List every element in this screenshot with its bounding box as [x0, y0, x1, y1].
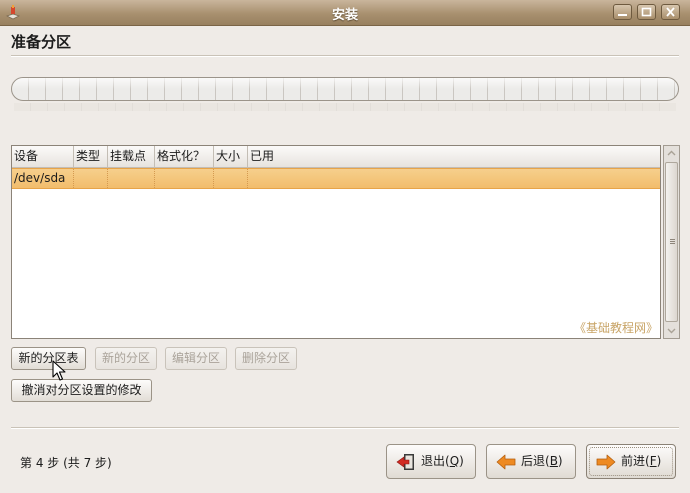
back-button[interactable]: 后退(B): [486, 444, 576, 479]
partition-bar-reflection: [14, 103, 676, 111]
close-icon: [666, 7, 675, 17]
watermark-text: 《基础教程网》: [573, 321, 658, 335]
forward-button[interactable]: 前进(F): [586, 444, 676, 479]
scroll-up-icon[interactable]: [667, 149, 676, 158]
undo-changes-button[interactable]: 撤消对分区设置的修改: [11, 379, 152, 402]
header-divider: [11, 55, 679, 57]
quit-button[interactable]: 退出(Q): [386, 444, 476, 479]
minimize-button[interactable]: [613, 4, 632, 20]
page-title: 准备分区: [11, 33, 72, 51]
exit-door-icon: [396, 454, 414, 470]
cell-used: [248, 169, 308, 188]
quit-label: 退出(Q): [421, 454, 464, 468]
arrow-right-icon: [596, 454, 616, 470]
arrow-left-icon: [496, 454, 516, 470]
cell-type: [74, 169, 108, 188]
edit-partition-button[interactable]: 编辑分区: [165, 347, 227, 370]
back-label: 后退(B): [521, 454, 563, 468]
cell-format: [155, 169, 214, 188]
window-title: 安装: [331, 8, 358, 23]
mouse-pointer-icon: [52, 360, 66, 381]
grip-icon: [670, 239, 675, 245]
forward-label: 前进(F): [621, 454, 662, 468]
scrollbar-thumb[interactable]: [665, 162, 678, 322]
table-row[interactable]: /dev/sda: [12, 168, 660, 189]
close-button[interactable]: [661, 4, 680, 20]
column-header-used[interactable]: 已用: [248, 146, 308, 167]
table-scrollbar[interactable]: [663, 145, 680, 339]
partition-table[interactable]: 设备 类型 挂载点 格式化？ 大小 已用 /dev/sda 《基础教程网》: [11, 145, 661, 339]
column-header-device[interactable]: 设备: [12, 146, 74, 167]
new-partition-table-button[interactable]: 新的分区表: [11, 347, 86, 370]
new-partition-button[interactable]: 新的分区: [95, 347, 157, 370]
cell-mount: [108, 169, 155, 188]
table-header: 设备 类型 挂载点 格式化？ 大小 已用: [12, 146, 660, 168]
minimize-icon: [618, 14, 627, 16]
column-header-size[interactable]: 大小: [214, 146, 248, 167]
footer-divider: [11, 427, 679, 429]
column-header-mount[interactable]: 挂载点: [108, 146, 155, 167]
column-header-type[interactable]: 类型: [74, 146, 108, 167]
step-indicator: 第 4 步 (共 7 步): [20, 456, 112, 470]
delete-partition-button[interactable]: 删除分区: [235, 347, 297, 370]
column-header-format[interactable]: 格式化？: [155, 146, 214, 167]
partition-bar: [11, 77, 679, 101]
maximize-icon: [641, 7, 652, 17]
cell-device: /dev/sda: [12, 169, 74, 188]
maximize-button[interactable]: [637, 4, 656, 20]
cell-size: [214, 169, 248, 188]
title-bar: 安装: [0, 0, 690, 26]
scroll-down-icon[interactable]: [667, 326, 676, 335]
